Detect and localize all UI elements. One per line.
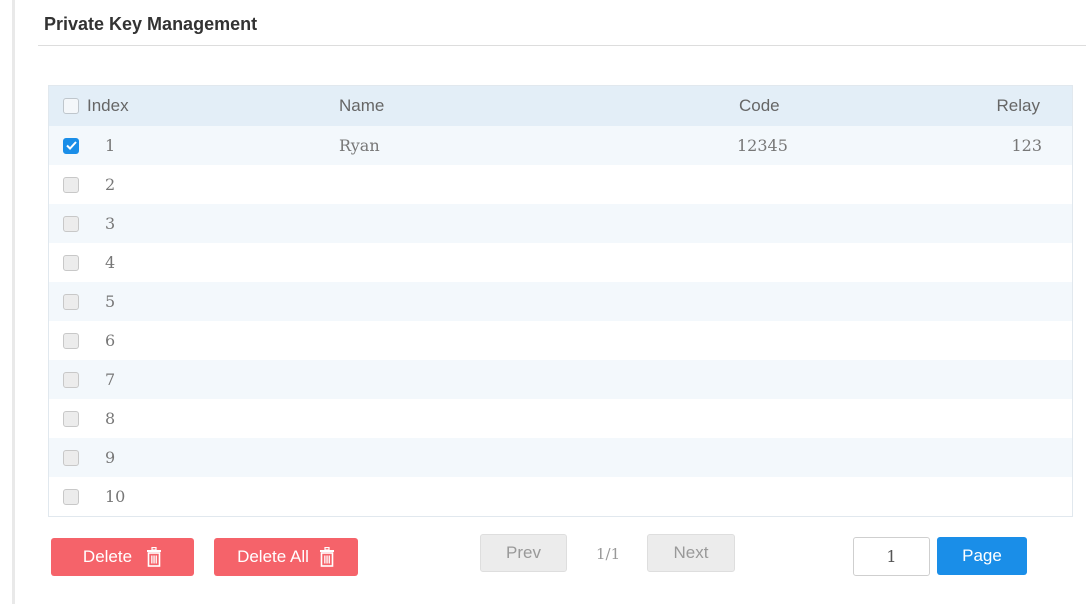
row-index: 3 [105, 214, 116, 233]
row-checkbox[interactable] [63, 243, 79, 282]
row-checkbox[interactable] [63, 126, 79, 165]
row-checkbox[interactable] [63, 321, 79, 360]
table-row[interactable]: 6 [49, 321, 1072, 360]
checkmark-icon [65, 141, 77, 150]
column-header-code: Code [739, 96, 780, 115]
row-checkbox[interactable] [63, 360, 79, 399]
table-row[interactable]: 7 [49, 360, 1072, 399]
trash-icon [146, 547, 162, 567]
table-row[interactable]: 10 [49, 477, 1072, 516]
table-body: 1 Ryan 12345 123 2 3 4 5 6 7 8 9 10 [49, 126, 1072, 516]
row-index: 5 [105, 292, 116, 311]
row-name: Ryan [339, 136, 380, 155]
row-index: 6 [105, 331, 116, 350]
delete-button[interactable]: Delete [51, 538, 194, 576]
delete-button-label: Delete [82, 547, 133, 566]
table-row[interactable]: 4 [49, 243, 1072, 282]
row-checkbox[interactable] [63, 165, 79, 204]
row-checkbox[interactable] [63, 438, 79, 477]
left-border [12, 0, 15, 604]
row-checkbox[interactable] [63, 282, 79, 321]
table-row[interactable]: 9 [49, 438, 1072, 477]
row-index: 9 [105, 448, 116, 467]
row-index: 10 [105, 487, 126, 506]
row-relay: 123 [1011, 136, 1042, 155]
row-index: 1 [105, 136, 116, 155]
page-title: Private Key Management [44, 14, 258, 34]
table-row[interactable]: 5 [49, 282, 1072, 321]
page-count: 1/1 [596, 545, 621, 563]
title-divider [38, 45, 1086, 46]
column-header-relay: Relay [996, 96, 1040, 115]
private-key-table: Index Name Code Relay 1 Ryan 12345 123 2 3 4 5 6… [48, 85, 1073, 517]
table-row[interactable]: 3 [49, 204, 1072, 243]
row-checkbox[interactable] [63, 399, 79, 438]
go-to-page-button[interactable]: Page [937, 537, 1027, 575]
table-header: Index Name Code Relay [49, 86, 1072, 126]
table-row[interactable]: 1 Ryan 12345 123 [49, 126, 1072, 165]
row-code: 12345 [737, 136, 788, 155]
delete-all-button-label: Delete All [237, 547, 309, 566]
prev-button[interactable]: Prev [480, 534, 567, 572]
row-index: 2 [105, 175, 116, 194]
select-all-checkbox[interactable] [63, 86, 79, 126]
row-checkbox[interactable] [63, 477, 79, 516]
next-button[interactable]: Next [647, 534, 735, 572]
table-row[interactable]: 8 [49, 399, 1072, 438]
row-checkbox[interactable] [63, 204, 79, 243]
trash-icon [319, 547, 335, 567]
row-index: 7 [105, 370, 116, 389]
column-header-index: Index [87, 96, 129, 115]
column-header-name: Name [339, 96, 385, 115]
row-index: 4 [105, 253, 116, 272]
table-row[interactable]: 2 [49, 165, 1072, 204]
delete-all-button[interactable]: Delete All [214, 538, 358, 576]
row-index: 8 [105, 409, 116, 428]
page-number-input[interactable] [853, 537, 930, 576]
